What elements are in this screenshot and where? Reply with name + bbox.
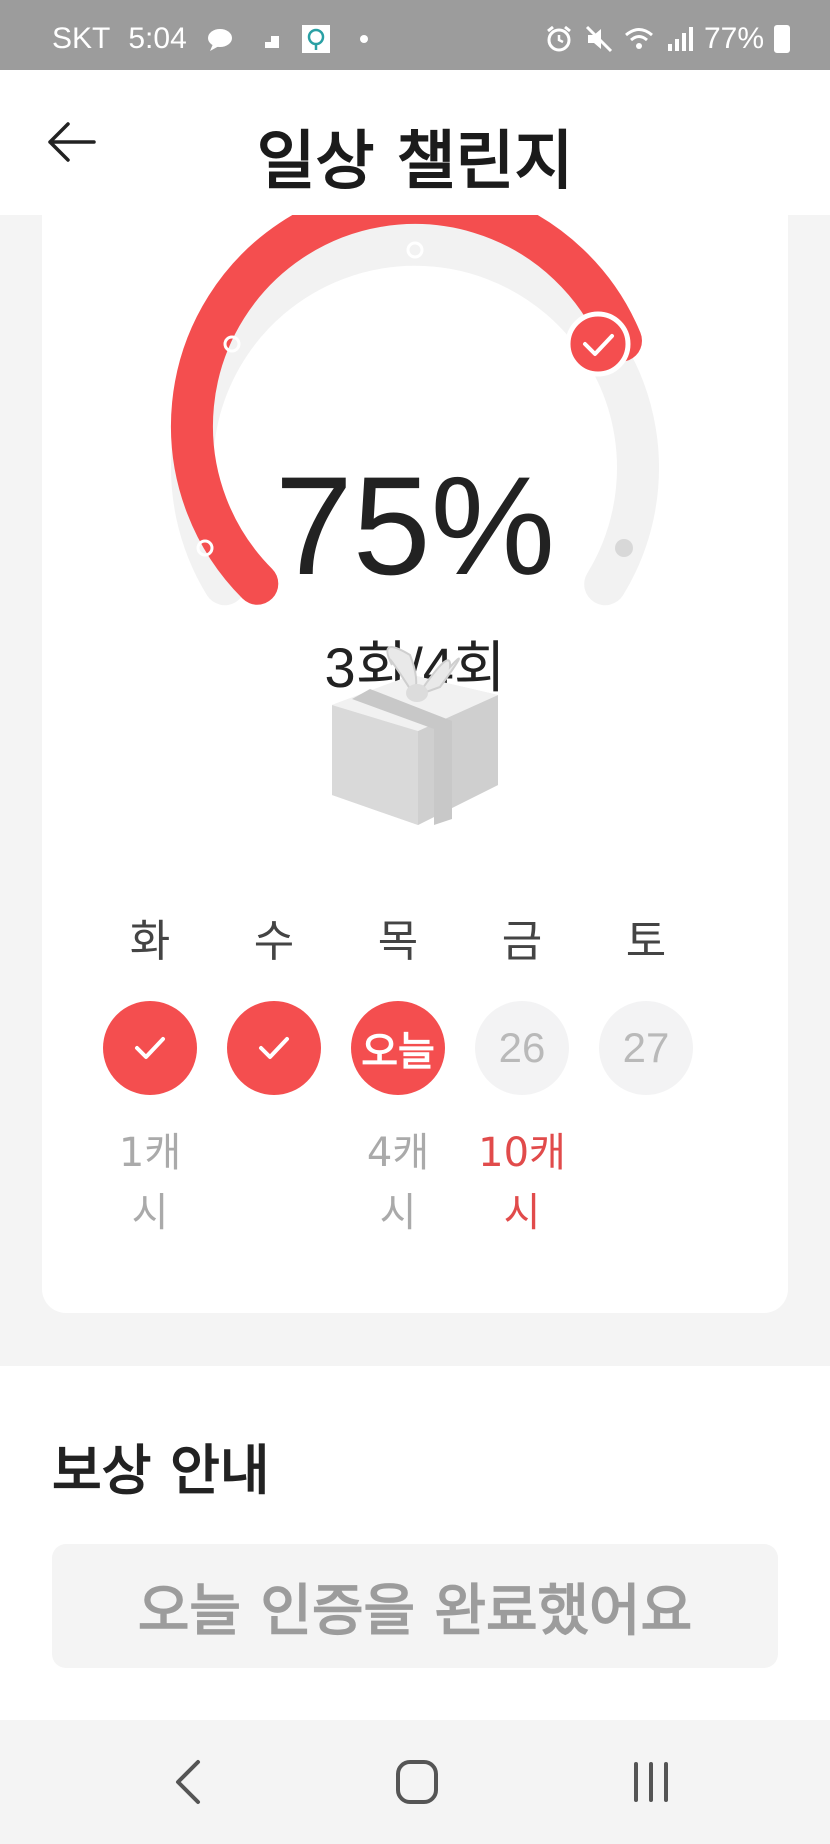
gift-box-icon bbox=[332, 646, 498, 825]
alarm-icon bbox=[547, 25, 571, 52]
battery-percent: 77% bbox=[703, 22, 764, 55]
chat-bubble-icon bbox=[207, 29, 232, 51]
wifi-icon bbox=[624, 28, 653, 49]
day-column: 금 26 10캐시 bbox=[474, 905, 570, 1243]
steps-icon bbox=[256, 36, 279, 48]
progress-percent: 75% bbox=[274, 447, 556, 604]
day-reward-highlight: 10캐시 bbox=[478, 1130, 566, 1236]
battery-icon bbox=[774, 25, 790, 53]
mute-icon bbox=[585, 25, 613, 53]
day-status-future: 26 bbox=[475, 1001, 569, 1095]
signal-icon bbox=[667, 27, 693, 51]
reward-info-section: 보상 안내 오늘 인증을 완료했어요 bbox=[0, 1366, 830, 1720]
status-bar: SKT 5:04 77% bbox=[0, 0, 830, 70]
app-notification-icon bbox=[301, 25, 330, 53]
day-column: 수 bbox=[226, 905, 322, 1123]
day-status-future: 27 bbox=[599, 1001, 693, 1095]
day-status-done bbox=[227, 1001, 321, 1095]
nav-home-icon[interactable] bbox=[394, 1756, 440, 1808]
day-column: 화 1캐시 bbox=[102, 905, 198, 1243]
nav-recents-icon[interactable] bbox=[628, 1756, 674, 1808]
nav-back-icon[interactable] bbox=[168, 1756, 208, 1808]
gauge-check-icon bbox=[565, 311, 631, 377]
day-status-done bbox=[103, 1001, 197, 1095]
reward-info-title: 보상 안내 bbox=[52, 1439, 270, 1502]
day-label: 목 bbox=[377, 916, 419, 967]
time-label: 5:04 bbox=[128, 22, 187, 55]
completed-today-button[interactable]: 오늘 인증을 완료했어요 bbox=[52, 1544, 778, 1668]
more-dot-icon bbox=[359, 35, 368, 43]
day-label: 수 bbox=[253, 916, 295, 967]
day-reward: 1캐시 bbox=[118, 1130, 182, 1236]
day-label: 토 bbox=[625, 916, 667, 967]
carrier-label: SKT bbox=[52, 22, 111, 55]
day-reward: 4캐시 bbox=[366, 1130, 430, 1236]
day-column: 토 27 bbox=[598, 905, 694, 1123]
day-label: 화 bbox=[129, 916, 171, 967]
challenge-card: 75% 3회/4회 화 1캐시 수 목 오늘 4캐시 bbox=[42, 215, 788, 1313]
day-label: 금 bbox=[501, 916, 543, 967]
check-icon bbox=[135, 1037, 165, 1059]
app-header: 일상 챌린지 bbox=[0, 70, 830, 215]
page-title: 일상 챌린지 bbox=[256, 125, 574, 199]
day-status-today: 오늘 bbox=[351, 1001, 445, 1095]
system-nav-bar bbox=[0, 1720, 830, 1844]
day-column: 목 오늘 4캐시 bbox=[350, 905, 446, 1243]
check-icon bbox=[259, 1037, 289, 1059]
